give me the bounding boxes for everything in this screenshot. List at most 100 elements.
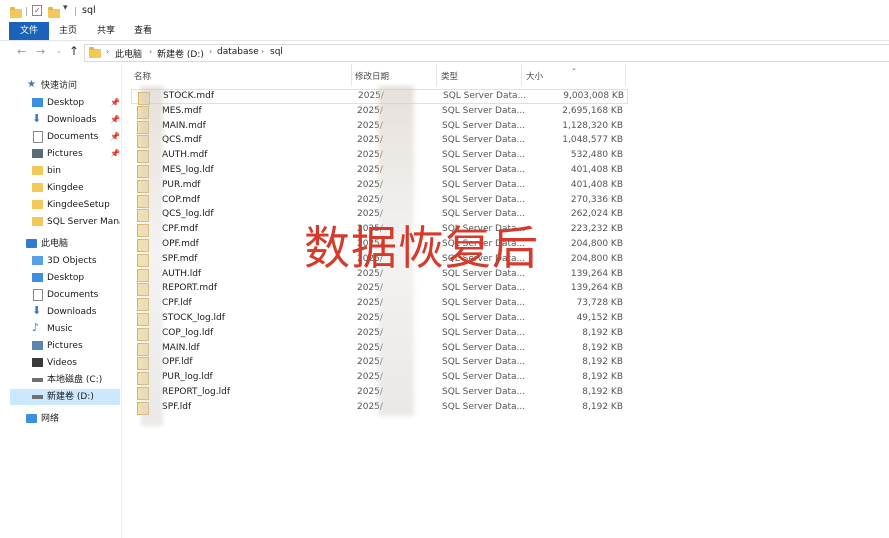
sidebar-network[interactable]: 网络 (10, 411, 120, 427)
file-size: 223,232 KB (570, 224, 623, 235)
file-type: SQL Server Data... (442, 194, 526, 205)
sidebar-item-pictures[interactable]: Pictures 📌 (10, 146, 120, 162)
back-arrow-icon[interactable]: ← (17, 45, 26, 58)
sort-chevron-icon: ⌄ (571, 64, 577, 72)
sidebar-item-kingdee[interactable]: Kingdee (10, 180, 120, 196)
sidebar-item-desktop[interactable]: Desktop 📌 (10, 95, 120, 111)
breadcrumb-drive-d[interactable]: 新建卷 (D:) (157, 47, 204, 60)
file-size: 8,192 KB (582, 357, 623, 368)
file-size: 2,695,168 KB (562, 105, 623, 116)
file-name: SPF.ldf (162, 401, 192, 412)
window-title: sql (82, 5, 96, 16)
overlay-annotation: 数据恢复后 (304, 221, 539, 275)
music-note-icon: ♪ (32, 321, 40, 334)
blur-mask (141, 86, 163, 426)
tab-view[interactable]: 查看 (130, 22, 156, 40)
file-type: SQL Server Data... (442, 120, 526, 131)
drive-icon (32, 395, 43, 399)
address-bar[interactable]: › 此电脑 › 新建卷 (D:) › database › sql (84, 44, 889, 62)
column-divider[interactable] (351, 64, 352, 86)
3d-objects-icon (32, 256, 43, 265)
tab-home[interactable]: 主页 (55, 22, 81, 40)
breadcrumb-database[interactable]: database (217, 47, 259, 57)
sidebar-item-downloads[interactable]: ⬇ Downloads 📌 (10, 112, 120, 128)
file-type: SQL Server Data... (442, 165, 526, 175)
column-header-date[interactable]: 修改日期 (355, 70, 389, 82)
properties-icon[interactable]: ✓ (32, 5, 42, 16)
file-type: SQL Server Data... (442, 105, 526, 116)
file-name: PUR.mdf (162, 179, 201, 190)
navigation-pane: ★ 快速访问 Desktop 📌 ⬇ Downloads 📌 Documents… (0, 64, 122, 538)
file-type: SQL Server Data... (442, 150, 526, 161)
file-name: QCS.mdf (162, 135, 202, 146)
column-header-size[interactable]: 大小 (526, 70, 543, 82)
file-size: 73,728 KB (576, 298, 623, 309)
breadcrumb-separator: › (106, 47, 110, 56)
file-name: MES.mdf (162, 105, 202, 116)
file-name: OPF.mdf (162, 239, 199, 249)
title-bar: ✓ ▾ sql (0, 0, 889, 22)
breadcrumb-sql[interactable]: sql (270, 47, 283, 57)
file-size: 8,192 KB (582, 372, 623, 383)
file-type: SQL Server Data... (442, 401, 526, 412)
sidebar-item-drive-c[interactable]: 本地磁盘 (C:) (10, 372, 120, 388)
sidebar-item-pc-downloads[interactable]: ⬇ Downloads (10, 304, 120, 320)
recent-locations-chevron-icon[interactable]: ⌄ (56, 47, 62, 55)
sidebar-this-pc[interactable]: 此电脑 (10, 236, 120, 252)
breadcrumb-separator: › (149, 47, 153, 56)
file-size: 1,128,320 KB (562, 120, 623, 131)
file-size: 401,408 KB (570, 165, 623, 175)
tab-share[interactable]: 共享 (93, 22, 119, 40)
file-type: SQL Server Data... (442, 357, 526, 368)
sidebar-item-pc-desktop[interactable]: Desktop (10, 270, 120, 286)
file-type: SQL Server Data... (442, 387, 526, 397)
file-name: AUTH.mdf (162, 150, 208, 161)
file-size: 8,192 KB (582, 401, 623, 412)
up-arrow-icon[interactable]: ↑ (69, 44, 79, 58)
column-divider[interactable] (436, 64, 437, 86)
column-divider[interactable] (521, 64, 522, 86)
sidebar-item-documents[interactable]: Documents 📌 (10, 129, 120, 145)
column-header-row: 名称 修改日期 类型 大小 ⌄ (122, 64, 889, 86)
file-name: MES_log.ldf (162, 165, 214, 175)
file-name: SPF.mdf (162, 253, 198, 264)
sidebar-item-videos[interactable]: Videos (10, 355, 120, 371)
document-icon (33, 131, 43, 143)
file-name: QCS_log.ldf (162, 209, 214, 220)
sidebar-item-3d-objects[interactable]: 3D Objects (10, 253, 120, 269)
file-size: 1,048,577 KB (562, 135, 623, 146)
sidebar-item-kingdeesetup[interactable]: KingdeeSetup (10, 197, 120, 213)
drive-icon (32, 378, 43, 382)
sidebar-item-sql-server-management[interactable]: SQL Server Mana (10, 214, 120, 230)
file-name: STOCK_log.ldf (162, 313, 225, 323)
file-name: STOCK.mdf (163, 91, 214, 101)
sidebar-quick-access[interactable]: ★ 快速访问 (10, 78, 120, 94)
file-name: REPORT_log.ldf (162, 387, 231, 397)
pin-icon: 📌 (110, 98, 120, 107)
sidebar-item-pc-documents[interactable]: Documents (10, 287, 120, 303)
file-type: SQL Server Data... (442, 283, 526, 294)
column-header-type[interactable]: 类型 (441, 70, 458, 82)
quick-access-dropdown-icon[interactable]: ▾ (63, 3, 68, 14)
column-header-name[interactable]: 名称 (134, 70, 151, 82)
sidebar-item-bin[interactable]: bin (10, 163, 120, 179)
folder-icon (10, 7, 22, 18)
file-name: MAIN.ldf (162, 342, 200, 353)
file-size: 204,800 KB (570, 239, 623, 249)
sidebar-item-pc-pictures[interactable]: Pictures (10, 338, 120, 354)
column-divider[interactable] (625, 64, 626, 86)
breadcrumb-this-pc[interactable]: 此电脑 (115, 47, 142, 60)
file-type: SQL Server Data... (442, 342, 526, 353)
tab-file[interactable]: 文件 (9, 22, 49, 40)
folder-icon (32, 166, 43, 175)
file-name: REPORT.mdf (162, 283, 217, 294)
forward-arrow-icon[interactable]: → (36, 45, 45, 58)
pictures-icon (32, 149, 43, 158)
breadcrumb-separator: › (209, 47, 213, 56)
file-size: 270,336 KB (570, 194, 623, 205)
new-folder-icon[interactable] (48, 7, 60, 18)
sidebar-item-music[interactable]: ♪ Music (10, 321, 120, 337)
sidebar-item-drive-d[interactable]: 新建卷 (D:) (10, 389, 120, 405)
divider (26, 7, 27, 16)
file-name: AUTH.ldf (162, 268, 202, 279)
